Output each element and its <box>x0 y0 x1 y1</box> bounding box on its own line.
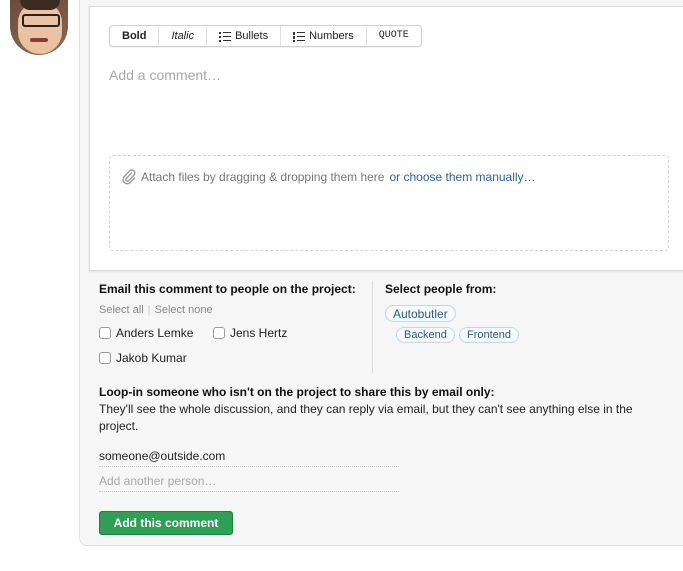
group-pill-backend[interactable]: Backend <box>396 327 455 343</box>
person-name: Jens Hertz <box>230 326 288 340</box>
attach-instructions: Attach files by dragging & dropping them… <box>122 169 536 185</box>
bullets-button[interactable]: Bullets <box>207 26 282 46</box>
email-section-heading: Email this comment to people on the proj… <box>99 282 356 296</box>
quote-button[interactable]: QUOTE <box>367 26 421 46</box>
comment-editor[interactable]: Bold Italic Bullets Numbers QUOTE Add a … <box>89 6 683 271</box>
avatar <box>10 0 68 55</box>
add-comment-button[interactable]: Add this comment <box>99 511 233 535</box>
select-controls: Select all | Select none <box>99 304 213 316</box>
person-name: Jakob Kumar <box>116 351 187 365</box>
bulleted-list-icon <box>219 31 232 42</box>
loopin-description: They'll see the whole discussion, and th… <box>99 402 633 433</box>
choose-files-link[interactable]: or choose them manually… <box>389 170 535 184</box>
bold-button[interactable]: Bold <box>110 26 160 46</box>
attach-text: Attach files by dragging & dropping them… <box>141 170 385 184</box>
checkbox[interactable] <box>99 352 111 364</box>
select-none-link[interactable]: Select none <box>155 304 213 316</box>
file-drop-zone[interactable]: Attach files by dragging & dropping them… <box>109 155 669 251</box>
avatar-mouth <box>30 38 48 42</box>
avatar-glasses <box>22 14 60 27</box>
outside-email-value: someone@outside.com <box>99 449 226 463</box>
person-checkbox-jens-hertz[interactable]: Jens Hertz <box>213 326 287 340</box>
numbered-list-icon <box>293 31 306 42</box>
checkbox[interactable] <box>99 327 111 339</box>
format-toolbar: Bold Italic Bullets Numbers QUOTE <box>109 25 422 47</box>
comment-input-placeholder[interactable]: Add a comment… <box>109 67 221 83</box>
add-person-placeholder: Add another person… <box>99 474 217 488</box>
numbers-button[interactable]: Numbers <box>281 26 367 46</box>
person-name: Anders Lemke <box>116 326 194 340</box>
select-separator: | <box>147 304 151 316</box>
bullets-label: Bullets <box>235 30 269 42</box>
paperclip-icon <box>122 169 136 185</box>
section-divider <box>372 281 373 373</box>
avatar-hair <box>20 0 60 10</box>
select-all-link[interactable]: Select all <box>99 304 144 316</box>
group-pill-autobutler[interactable]: Autobutler <box>385 305 456 322</box>
group-pill-frontend[interactable]: Frontend <box>459 327 520 343</box>
loopin-heading: Loop-in someone who isn't on the project… <box>99 385 495 399</box>
outside-email-field[interactable]: someone@outside.com <box>99 448 399 467</box>
person-checkbox-jakob-kumar[interactable]: Jakob Kumar <box>99 351 187 365</box>
numbers-label: Numbers <box>309 30 354 42</box>
checkbox[interactable] <box>213 327 225 339</box>
add-person-field[interactable]: Add another person… <box>99 473 399 492</box>
italic-button[interactable]: Italic <box>159 26 208 46</box>
select-from-heading: Select people from: <box>385 282 497 296</box>
person-checkbox-anders-lemke[interactable]: Anders Lemke <box>99 326 193 340</box>
